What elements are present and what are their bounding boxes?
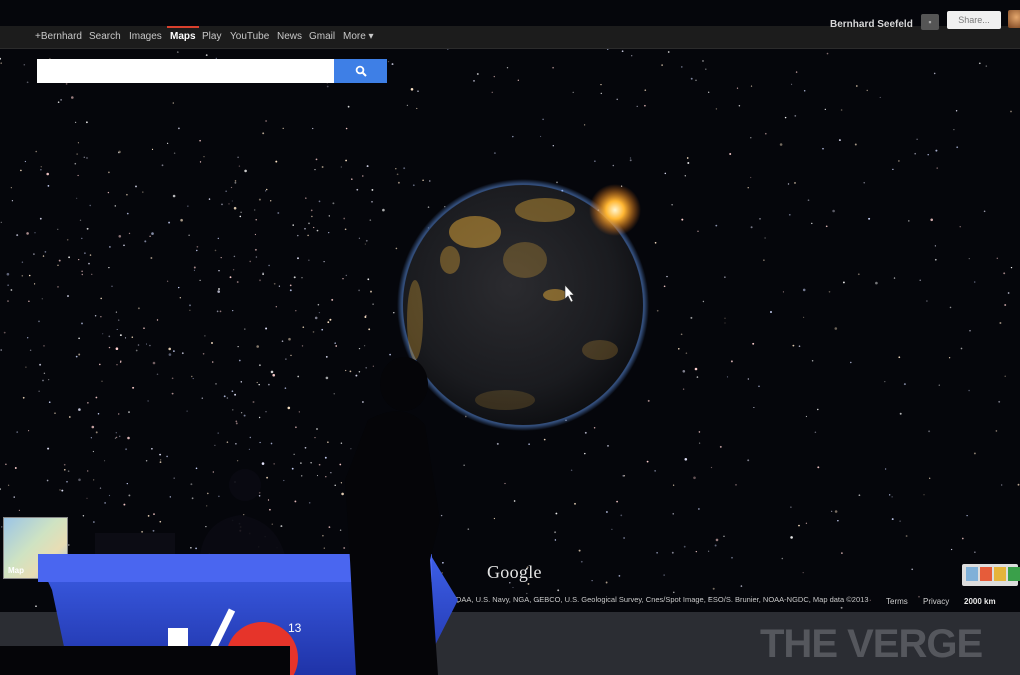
stage-foreground: 13 bbox=[0, 357, 1020, 675]
event-year: 13 bbox=[288, 621, 302, 635]
presenter-silhouette bbox=[345, 357, 440, 675]
watermark: THE VERGE bbox=[760, 622, 983, 666]
